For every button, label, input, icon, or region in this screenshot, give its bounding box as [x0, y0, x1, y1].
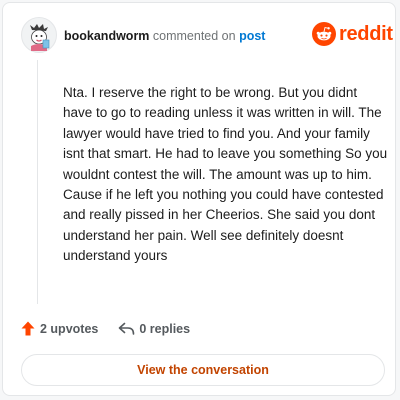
username-link[interactable]: bookandworm [64, 29, 149, 43]
avatar[interactable] [21, 17, 57, 53]
comment-card: bookandworm commented on post reddit Nta… [2, 2, 396, 396]
upvote-count: 2 upvotes [40, 321, 99, 336]
comment-header: bookandworm commented on post [64, 29, 265, 43]
reddit-snoo-icon [312, 22, 336, 46]
post-link[interactable]: post [239, 29, 265, 43]
commented-on-label: commented on [152, 29, 236, 43]
reply-button[interactable]: 0 replies [118, 322, 190, 336]
comment-body: Nta. I reserve the right to be wrong. Bu… [63, 85, 388, 264]
reddit-wordmark: reddit [339, 23, 393, 45]
thread-line [37, 60, 38, 304]
reply-arrow-icon [119, 322, 135, 335]
upvote-button[interactable]: 2 upvotes [21, 321, 98, 336]
reply-count: 0 replies [139, 321, 191, 336]
view-conversation-label: View the conversation [137, 363, 269, 377]
reddit-logo[interactable]: reddit [312, 22, 393, 46]
view-conversation-button[interactable]: View the conversation [21, 354, 385, 386]
comment-actions: 2 upvotes 0 replies [21, 321, 190, 336]
upvote-arrow-icon [21, 321, 35, 336]
avatar-icon [21, 17, 57, 53]
